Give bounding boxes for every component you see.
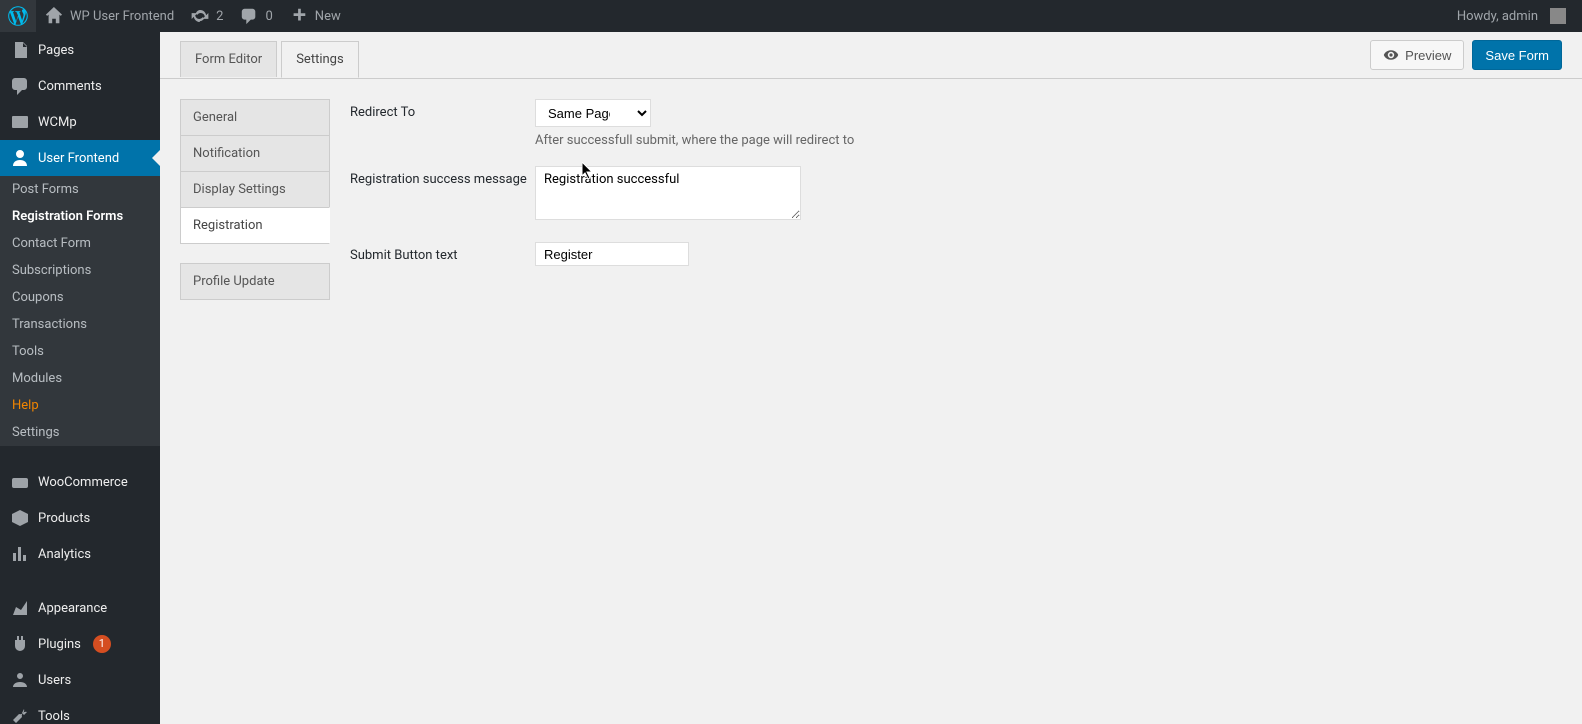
menu-appearance[interactable]: Appearance <box>0 590 160 626</box>
menu-tools[interactable]: Tools <box>0 698 160 724</box>
content-area: Form Editor Settings Preview Save Form G… <box>160 32 1582 319</box>
submenu-user-frontend: Post Forms Registration Forms Contact Fo… <box>0 176 160 446</box>
menu-label: Pages <box>38 43 74 58</box>
settings-panel: General Notification Display Settings Re… <box>160 79 1582 319</box>
analytics-icon <box>10 544 30 564</box>
tab-form-editor[interactable]: Form Editor <box>180 41 277 77</box>
submenu-settings[interactable]: Settings <box>0 419 160 446</box>
tab-actions: Preview Save Form <box>1370 32 1562 78</box>
save-form-button[interactable]: Save Form <box>1472 40 1562 70</box>
menu-woocommerce[interactable]: WooCommerce <box>0 464 160 500</box>
form-row-success-message: Registration success message <box>350 166 1562 224</box>
menu-label: Tools <box>38 709 70 724</box>
new-item[interactable]: New <box>281 0 349 32</box>
form-row-submit-button-text: Submit Button text <box>350 242 1562 266</box>
settings-nav-profile-update[interactable]: Profile Update <box>180 263 330 300</box>
submenu-tools[interactable]: Tools <box>0 338 160 365</box>
avatar <box>1550 8 1566 24</box>
menu-comments[interactable]: Comments <box>0 68 160 104</box>
redirect-help: After successfull submit, where the page… <box>535 133 1562 148</box>
preview-button[interactable]: Preview <box>1370 40 1464 70</box>
admin-bar: WP User Frontend 2 0 New Howdy, admin <box>0 0 1582 32</box>
redirect-label: Redirect To <box>350 99 535 120</box>
submenu-post-forms[interactable]: Post Forms <box>0 176 160 203</box>
tab-settings[interactable]: Settings <box>281 41 358 78</box>
submenu-registration-forms[interactable]: Registration Forms <box>0 203 160 230</box>
settings-nav-general[interactable]: General <box>180 99 330 136</box>
menu-label: Plugins <box>38 637 81 652</box>
menu-label: Products <box>38 511 90 526</box>
appearance-icon <box>10 598 30 618</box>
tab-bar: Form Editor Settings Preview Save Form <box>160 32 1582 79</box>
plugins-icon <box>10 634 30 654</box>
admin-bar-left: WP User Frontend 2 0 New <box>0 0 349 32</box>
submenu-modules[interactable]: Modules <box>0 365 160 392</box>
greeting-label: Howdy, admin <box>1457 9 1538 24</box>
menu-wcmp[interactable]: WCMp <box>0 104 160 140</box>
settings-nav-spacer <box>180 243 330 263</box>
updates-item[interactable]: 2 <box>182 0 231 32</box>
settings-nav-notification[interactable]: Notification <box>180 135 330 172</box>
success-message-label: Registration success message <box>350 166 535 187</box>
tools-icon <box>10 706 30 724</box>
updates-count-label: 2 <box>216 9 223 24</box>
menu-label: WooCommerce <box>38 475 128 490</box>
settings-body: Redirect To Same Page After successfull … <box>350 99 1562 299</box>
form-row-redirect: Redirect To Same Page After successfull … <box>350 99 1562 148</box>
submenu-subscriptions[interactable]: Subscriptions <box>0 257 160 284</box>
comments-item[interactable]: 0 <box>231 0 280 32</box>
menu-label: Appearance <box>38 601 107 616</box>
menu-label: Users <box>38 673 71 688</box>
pages-icon <box>10 40 30 60</box>
menu-pages[interactable]: Pages <box>0 32 160 68</box>
home-icon <box>44 6 64 26</box>
comments-icon <box>239 6 259 26</box>
eye-icon <box>1383 47 1399 63</box>
wcmp-icon <box>10 112 30 132</box>
menu-users[interactable]: Users <box>0 662 160 698</box>
products-icon <box>10 508 30 528</box>
submenu-contact-form[interactable]: Contact Form <box>0 230 160 257</box>
success-message-textarea[interactable] <box>535 166 801 220</box>
menu-analytics[interactable]: Analytics <box>0 536 160 572</box>
menu-label: User Frontend <box>38 151 119 166</box>
menu-label: Comments <box>38 79 102 94</box>
submenu-coupons[interactable]: Coupons <box>0 284 160 311</box>
site-name-item[interactable]: WP User Frontend <box>36 0 182 32</box>
submenu-help[interactable]: Help <box>0 392 160 419</box>
wordpress-icon <box>8 6 28 26</box>
new-label: New <box>315 9 341 24</box>
menu-user-frontend[interactable]: User Frontend <box>0 140 160 176</box>
settings-nav-registration[interactable]: Registration <box>180 207 330 244</box>
admin-bar-right: Howdy, admin <box>1449 0 1574 32</box>
settings-nav-display-settings[interactable]: Display Settings <box>180 171 330 208</box>
account-item[interactable]: Howdy, admin <box>1449 0 1574 32</box>
admin-sidebar: Pages Comments WCMp User Frontend Post F… <box>0 32 160 724</box>
menu-label: WCMp <box>38 115 77 130</box>
plus-icon <box>289 6 309 26</box>
menu-label: Analytics <box>38 547 91 562</box>
submit-button-text-input[interactable] <box>535 242 689 266</box>
user-frontend-icon <box>10 148 30 168</box>
site-name-label: WP User Frontend <box>70 9 174 24</box>
preview-label: Preview <box>1405 48 1451 63</box>
users-icon <box>10 670 30 690</box>
submenu-transactions[interactable]: Transactions <box>0 311 160 338</box>
redirect-select[interactable]: Same Page <box>535 99 651 127</box>
menu-products[interactable]: Products <box>0 500 160 536</box>
wp-logo-item[interactable] <box>0 0 36 32</box>
submit-button-text-label: Submit Button text <box>350 242 535 263</box>
comments-count-label: 0 <box>265 9 272 24</box>
updates-icon <box>190 6 210 26</box>
comments-icon <box>10 76 30 96</box>
plugins-badge: 1 <box>93 635 111 653</box>
menu-plugins[interactable]: Plugins 1 <box>0 626 160 662</box>
woocommerce-icon <box>10 472 30 492</box>
settings-nav: General Notification Display Settings Re… <box>180 99 330 299</box>
